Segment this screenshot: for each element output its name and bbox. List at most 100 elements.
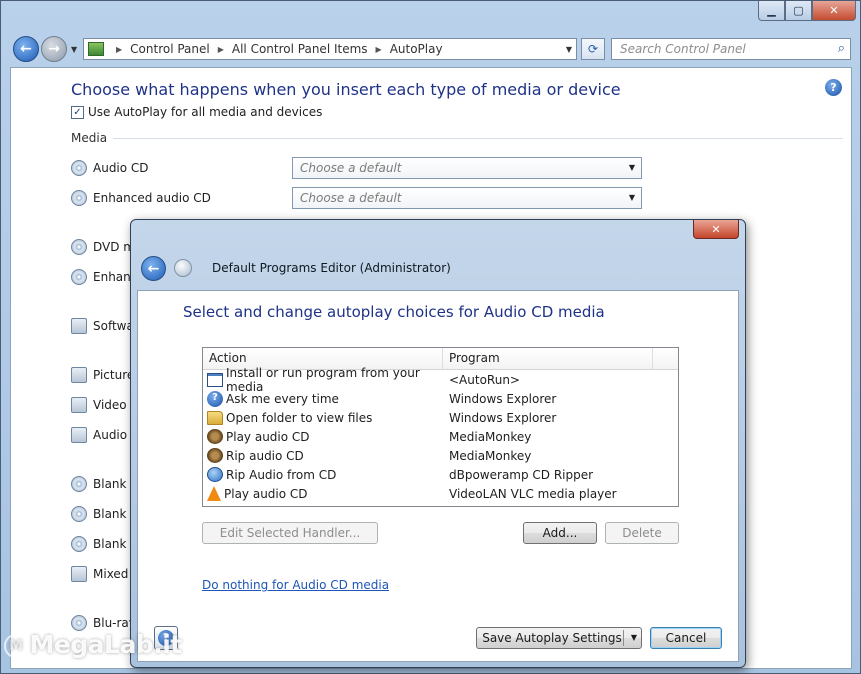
media-section-label: Media bbox=[71, 131, 108, 145]
media-label: Enhanced audio CD bbox=[93, 191, 211, 205]
handlers-list[interactable]: Action Program Install or run program fr… bbox=[202, 347, 679, 507]
cd-icon bbox=[71, 476, 87, 492]
split-divider bbox=[623, 630, 624, 646]
breadcrumb-all-items[interactable]: All Control Panel Items bbox=[232, 42, 368, 56]
handler-action: Play audio CD bbox=[226, 429, 310, 444]
list-item[interactable]: Rip audio CD MediaMonkey bbox=[203, 446, 678, 465]
handler-action: Ask me every time bbox=[226, 391, 339, 406]
recent-pages-dropdown-icon[interactable]: ▼ bbox=[71, 45, 77, 54]
media-label: Softwa bbox=[93, 319, 134, 333]
use-autoplay-checkbox[interactable]: ✓ Use AutoPlay for all media and devices bbox=[71, 105, 322, 119]
dialog-title: Default Programs Editor (Administrator) bbox=[212, 261, 451, 275]
handler-program: dBpoweramp CD Ripper bbox=[449, 467, 594, 482]
dialog-body: Select and change autoplay choices for A… bbox=[137, 290, 739, 662]
media-row-audio-cd: Audio CD bbox=[71, 160, 149, 176]
handler-action: Rip Audio from CD bbox=[226, 467, 337, 482]
cd-icon bbox=[71, 160, 87, 176]
add-button[interactable]: Add... bbox=[523, 522, 597, 544]
search-placeholder: Search Control Panel bbox=[620, 42, 746, 56]
maximize-button[interactable]: ▢ bbox=[785, 1, 812, 21]
media-label: Audio CD bbox=[93, 161, 149, 175]
default-programs-editor-dialog: ✕ ← Default Programs Editor (Administrat… bbox=[130, 219, 746, 668]
edit-selected-handler-button[interactable]: Edit Selected Handler... bbox=[202, 522, 378, 544]
section-divider bbox=[113, 137, 843, 139]
dropdown-arrow-icon[interactable]: ▼ bbox=[629, 158, 635, 178]
chevron-right-icon[interactable]: ▶ bbox=[116, 45, 122, 54]
media-row-blank-cd: Blank C bbox=[71, 476, 139, 492]
list-item[interactable]: Open folder to view files Windows Explor… bbox=[203, 408, 678, 427]
list-item[interactable]: Install or run program from your media <… bbox=[203, 366, 678, 394]
address-dropdown-icon[interactable]: ▼ bbox=[566, 45, 572, 54]
question-icon: ? bbox=[207, 390, 223, 407]
install-icon bbox=[207, 372, 223, 387]
bluray-icon bbox=[71, 615, 87, 631]
watermark-badge-icon: M bbox=[4, 634, 28, 658]
list-item[interactable]: ? Ask me every time Windows Explorer bbox=[203, 389, 678, 408]
do-nothing-link[interactable]: Do nothing for Audio CD media bbox=[202, 578, 389, 592]
search-input[interactable]: Search Control Panel ⌕ bbox=[611, 38, 851, 60]
mixed-content-icon bbox=[71, 566, 87, 582]
pictures-icon bbox=[71, 367, 87, 383]
handler-action: Open folder to view files bbox=[226, 410, 373, 425]
handler-action: Play audio CD bbox=[224, 486, 308, 501]
breadcrumb-control-panel[interactable]: Control Panel bbox=[130, 42, 210, 56]
back-arrow-icon[interactable]: ← bbox=[13, 36, 39, 62]
handler-program: <AutoRun> bbox=[449, 372, 520, 387]
audio-cd-select[interactable]: Choose a default ▼ bbox=[292, 157, 642, 179]
handler-action: Install or run program from your media bbox=[226, 365, 420, 394]
dialog-heading: Select and change autoplay choices for A… bbox=[183, 303, 605, 321]
dropdown-arrow-icon[interactable]: ▼ bbox=[631, 628, 637, 648]
app-icon bbox=[174, 259, 192, 277]
column-header-filler bbox=[653, 348, 678, 369]
audio-file-icon bbox=[71, 427, 87, 443]
video-file-icon bbox=[71, 397, 87, 413]
list-item[interactable]: Play audio CD MediaMonkey bbox=[203, 427, 678, 446]
watermark-text: MegaLab.it bbox=[29, 630, 182, 659]
checkmark-icon[interactable]: ✓ bbox=[71, 105, 84, 119]
media-row-audio-files: Audio fi bbox=[71, 427, 138, 443]
enhanced-audio-cd-select[interactable]: Choose a default ▼ bbox=[292, 187, 642, 209]
media-row-software: Softwa bbox=[71, 318, 134, 334]
cancel-button[interactable]: Cancel bbox=[650, 627, 722, 649]
bluray-icon bbox=[71, 536, 87, 552]
save-autoplay-settings-button[interactable]: Save Autoplay Settings ▼ bbox=[476, 627, 642, 649]
address-bar[interactable]: ▶ Control Panel ▶ All Control Panel Item… bbox=[83, 38, 577, 60]
close-button[interactable]: ✕ bbox=[812, 1, 856, 21]
column-header-program[interactable]: Program bbox=[443, 348, 653, 369]
media-row-bluray: Blu-ray bbox=[71, 615, 136, 631]
list-item[interactable]: Play audio CD VideoLAN VLC media player bbox=[203, 484, 678, 503]
breadcrumb-autoplay[interactable]: AutoPlay bbox=[390, 42, 443, 56]
dvd-icon bbox=[71, 269, 87, 285]
chevron-right-icon[interactable]: ▶ bbox=[218, 45, 224, 54]
navigation-buttons: ← → ▼ bbox=[13, 36, 77, 62]
forward-arrow-icon[interactable]: → bbox=[41, 36, 67, 62]
media-row-enhanced-dvd: Enhanc bbox=[71, 269, 137, 285]
watermark-logo: M MegaLab.it bbox=[4, 630, 182, 659]
handler-program: MediaMonkey bbox=[449, 429, 532, 444]
handler-action: Rip audio CD bbox=[226, 448, 304, 463]
back-arrow-icon[interactable]: ← bbox=[141, 256, 166, 281]
dropdown-arrow-icon[interactable]: ▼ bbox=[629, 188, 635, 208]
cd-icon bbox=[71, 190, 87, 206]
window-controls: ▁ ▢ ✕ bbox=[758, 1, 856, 21]
help-icon[interactable]: ? bbox=[825, 79, 842, 96]
handler-program: MediaMonkey bbox=[449, 448, 532, 463]
select-value: Choose a default bbox=[300, 161, 402, 175]
list-item[interactable]: Rip Audio from CD dBpoweramp CD Ripper bbox=[203, 465, 678, 484]
control-panel-icon bbox=[88, 42, 104, 56]
select-value: Choose a default bbox=[300, 191, 402, 205]
delete-button[interactable]: Delete bbox=[605, 522, 679, 544]
vlc-icon bbox=[207, 486, 221, 501]
search-icon[interactable]: ⌕ bbox=[838, 41, 845, 56]
page-title: Choose what happens when you insert each… bbox=[71, 80, 621, 99]
refresh-icon[interactable]: ⟳ bbox=[581, 38, 605, 60]
chevron-right-icon[interactable]: ▶ bbox=[376, 45, 382, 54]
dialog-close-button[interactable]: ✕ bbox=[693, 220, 739, 239]
minimize-button[interactable]: ▁ bbox=[758, 1, 785, 21]
use-autoplay-label: Use AutoPlay for all media and devices bbox=[88, 105, 323, 119]
dvd-icon bbox=[71, 239, 87, 255]
dvd-icon bbox=[71, 506, 87, 522]
media-row-mixed-content: Mixed c bbox=[71, 566, 139, 582]
mediamonkey-icon bbox=[207, 429, 223, 444]
save-button-label: Save Autoplay Settings bbox=[482, 631, 622, 645]
